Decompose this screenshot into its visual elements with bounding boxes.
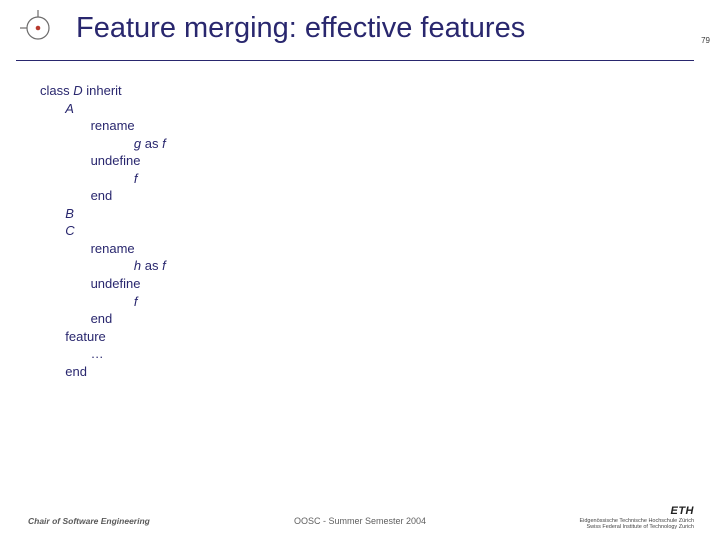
code-line: end bbox=[40, 187, 680, 205]
slide: Feature merging: effective features 79 c… bbox=[0, 0, 720, 540]
logo-icon bbox=[20, 10, 56, 51]
code-line: undefine bbox=[40, 275, 680, 293]
code-block: class D inherit A rename g as f undefine… bbox=[40, 82, 680, 380]
code-line: B bbox=[40, 205, 680, 223]
eth-logo-text: ETH bbox=[579, 505, 694, 517]
eth-sub-text2: Swiss Federal Institute of Technology Zu… bbox=[579, 524, 694, 530]
code-line: A bbox=[40, 100, 680, 118]
code-line: rename bbox=[40, 240, 680, 258]
code-line: … bbox=[40, 345, 680, 363]
code-line: g as f bbox=[40, 135, 680, 153]
footer-eth-logo: ETH Eidgenössische Technische Hochschule… bbox=[579, 505, 694, 530]
header-rule bbox=[16, 60, 694, 61]
page-number: 79 bbox=[701, 36, 710, 45]
code-line: end bbox=[40, 363, 680, 381]
code-line: f bbox=[40, 293, 680, 311]
code-line: undefine bbox=[40, 152, 680, 170]
code-line: C bbox=[40, 222, 680, 240]
code-line: rename bbox=[40, 117, 680, 135]
code-line: feature bbox=[40, 328, 680, 346]
code-line: f bbox=[40, 170, 680, 188]
header: Feature merging: effective features 79 bbox=[0, 16, 720, 66]
code-line: h as f bbox=[40, 257, 680, 275]
slide-title: Feature merging: effective features bbox=[76, 12, 525, 45]
code-line: class D inherit bbox=[40, 82, 680, 100]
code-line: end bbox=[40, 310, 680, 328]
